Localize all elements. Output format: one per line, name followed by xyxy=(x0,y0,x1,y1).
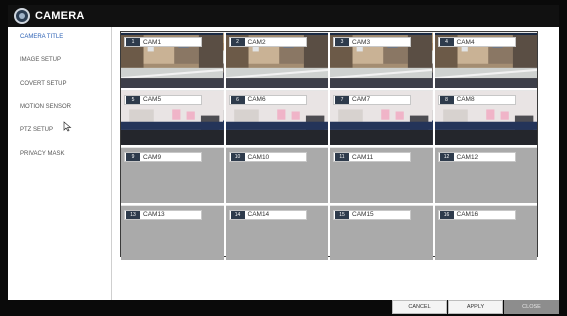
camera-number-badge: 15 xyxy=(335,210,349,219)
camera-cell[interactable]: 10 CAM10 xyxy=(225,147,328,203)
sidebar-item-ptz-setup[interactable]: PTZ SETUP xyxy=(20,127,53,133)
bottom-bar: CANCEL APPLY CLOSE xyxy=(8,300,559,314)
camera-number-badge: 16 xyxy=(439,210,454,219)
camera-cell[interactable]: 4 CAM4 xyxy=(434,32,537,88)
camera-cell[interactable]: 5 CAM5 xyxy=(121,89,224,145)
camera-title-field[interactable]: 4 CAM4 xyxy=(437,37,516,47)
camera-name: CAM7 xyxy=(352,96,371,103)
window-title: CAMERA xyxy=(35,10,85,22)
camera-cell[interactable]: 7 CAM7 xyxy=(330,89,433,145)
camera-title-field[interactable]: 14 CAM14 xyxy=(228,209,307,220)
camera-cell[interactable]: 3 CAM3 xyxy=(330,32,433,88)
camera-title-field[interactable]: 7 CAM7 xyxy=(333,94,411,105)
camera-name: CAM14 xyxy=(247,211,270,218)
camera-name: CAM15 xyxy=(352,211,374,218)
camera-name: CAM4 xyxy=(456,38,475,46)
apply-button[interactable]: APPLY xyxy=(448,300,503,314)
camera-title-field[interactable]: 5 CAM5 xyxy=(124,94,202,105)
camera-name: CAM3 xyxy=(352,38,371,46)
camera-number-badge: 3 xyxy=(335,38,349,46)
sidebar: CAMERA TITLE IMAGE SETUP COVERT SETUP MO… xyxy=(8,27,112,300)
camera-logo-icon xyxy=(14,8,30,24)
camera-name: CAM1 xyxy=(143,38,162,46)
camera-number-badge: 1 xyxy=(126,38,140,46)
camera-name: CAM16 xyxy=(456,211,479,218)
camera-number-badge: 14 xyxy=(230,210,245,219)
cancel-button[interactable]: CANCEL xyxy=(392,300,447,314)
camera-cell[interactable]: 14 CAM14 xyxy=(225,204,328,260)
camera-title-field[interactable]: 16 CAM16 xyxy=(437,209,516,220)
camera-name: CAM9 xyxy=(143,153,162,161)
camera-cell[interactable]: 8 CAM8 xyxy=(434,89,537,145)
camera-number-badge: 10 xyxy=(230,153,245,161)
camera-name: CAM8 xyxy=(456,96,475,103)
mouse-pointer-icon xyxy=(63,121,72,132)
camera-name: CAM2 xyxy=(247,38,266,46)
camera-name: CAM5 xyxy=(143,96,162,103)
camera-title-field[interactable]: 6 CAM6 xyxy=(228,94,307,105)
camera-title-field[interactable]: 2 CAM2 xyxy=(228,37,307,47)
camera-grid: 1 CAM1 2 CAM2 3 CAM3 4 CAM4 5 CAM5 6 CAM6 7 CAM7 8 CAM8… xyxy=(120,31,538,260)
camera-number-badge: 7 xyxy=(335,95,349,104)
camera-name: CAM10 xyxy=(247,153,270,161)
camera-cell[interactable]: 1 CAM1 xyxy=(121,32,224,88)
camera-cell[interactable]: 11 CAM11 xyxy=(330,147,433,203)
camera-cell[interactable]: 6 CAM6 xyxy=(225,89,328,145)
camera-cell[interactable]: 9 CAM9 xyxy=(121,147,224,203)
camera-name: CAM12 xyxy=(456,153,479,161)
camera-title-field[interactable]: 15 CAM15 xyxy=(333,209,411,220)
camera-number-badge: 2 xyxy=(230,38,245,46)
camera-number-badge: 4 xyxy=(439,38,454,46)
camera-number-badge: 11 xyxy=(335,153,349,161)
sidebar-item-camera-title[interactable]: CAMERA TITLE xyxy=(20,34,63,40)
camera-number-badge: 6 xyxy=(230,95,245,104)
camera-number-badge: 13 xyxy=(126,210,140,219)
camera-cell[interactable]: 2 CAM2 xyxy=(225,32,328,88)
camera-title-field[interactable]: 12 CAM12 xyxy=(437,152,516,162)
camera-name: CAM13 xyxy=(143,211,165,218)
sidebar-item-image-setup[interactable]: IMAGE SETUP xyxy=(20,57,61,63)
sidebar-item-motion-sensor[interactable]: MOTION SENSOR xyxy=(20,104,71,110)
camera-number-badge: 8 xyxy=(439,95,454,104)
camera-number-badge: 5 xyxy=(126,95,140,104)
content-area: CAMERA TITLE IMAGE SETUP COVERT SETUP MO… xyxy=(8,27,559,300)
close-button[interactable]: CLOSE xyxy=(504,300,559,314)
camera-title-field[interactable]: 8 CAM8 xyxy=(437,94,516,105)
camera-title-field[interactable]: 10 CAM10 xyxy=(228,152,307,162)
camera-title-field[interactable]: 13 CAM13 xyxy=(124,209,202,220)
camera-number-badge: 9 xyxy=(126,153,140,161)
camera-cell[interactable]: 15 CAM15 xyxy=(330,204,433,260)
camera-name: CAM6 xyxy=(247,96,266,103)
title-bar: CAMERA xyxy=(8,5,559,27)
camera-cell[interactable]: 16 CAM16 xyxy=(434,204,537,260)
camera-title-field[interactable]: 3 CAM3 xyxy=(333,37,411,47)
sidebar-item-privacy-mask[interactable]: PRIVACY MASK xyxy=(20,151,64,157)
camera-cell[interactable]: 12 CAM12 xyxy=(434,147,537,203)
camera-title-field[interactable]: 9 CAM9 xyxy=(124,152,202,162)
camera-cell[interactable]: 13 CAM13 xyxy=(121,204,224,260)
camera-name: CAM11 xyxy=(352,153,374,161)
camera-title-field[interactable]: 1 CAM1 xyxy=(124,37,202,47)
camera-number-badge: 12 xyxy=(439,153,454,161)
camera-title-field[interactable]: 11 CAM11 xyxy=(333,152,411,162)
sidebar-item-covert-setup[interactable]: COVERT SETUP xyxy=(20,81,66,87)
